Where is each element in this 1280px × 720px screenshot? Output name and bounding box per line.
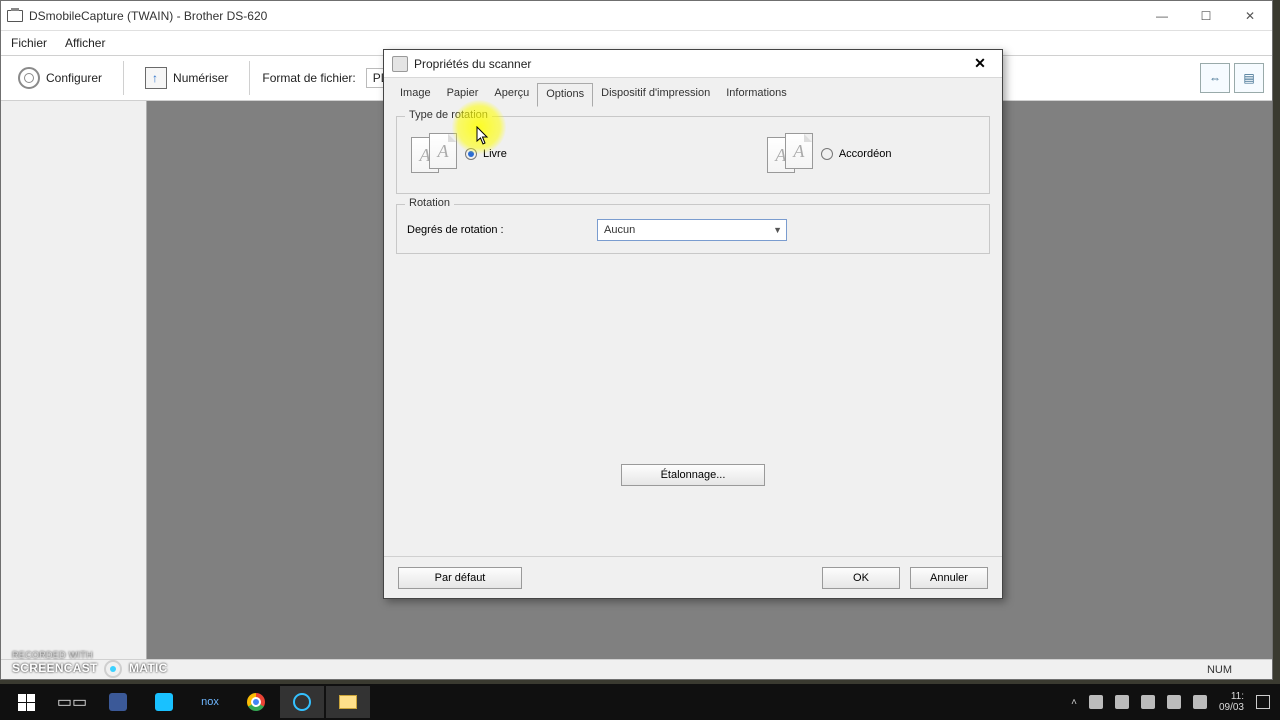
taskbar-app-3[interactable]: nox (188, 686, 232, 718)
par-defaut-button[interactable]: Par défaut (398, 567, 522, 589)
label-accordeon: Accordéon (839, 148, 892, 160)
dialog-close-button[interactable]: ✕ (966, 53, 994, 75)
thumbnail-sidebar[interactable] (1, 101, 147, 659)
tab-papier[interactable]: Papier (439, 83, 487, 107)
tray-icon[interactable] (1089, 695, 1103, 709)
livre-icon: AA (411, 133, 459, 175)
degres-combobox[interactable]: Aucun ▼ (597, 219, 787, 241)
tray-clock[interactable]: 11: 09/03 (1219, 691, 1244, 713)
gear-icon (18, 67, 40, 89)
watermark-right: MATIC (129, 661, 168, 675)
tab-image[interactable]: Image (392, 83, 439, 107)
tray-date: 09/03 (1219, 702, 1244, 713)
scan-icon (145, 67, 167, 89)
dialog-title: Propriétés du scanner (414, 57, 531, 71)
group-rotation: Rotation Degrés de rotation : Aucun ▼ (396, 204, 990, 254)
accordeon-icon: AA (767, 133, 815, 175)
taskbar-explorer[interactable] (326, 686, 370, 718)
numeriser-button[interactable]: Numériser (136, 62, 237, 94)
configurer-button[interactable]: Configurer (9, 62, 111, 94)
system-tray[interactable]: ˄ 11: 09/03 (1071, 691, 1276, 713)
scanner-properties-dialog: Propriétés du scanner ✕ Image Papier Ape… (383, 49, 1003, 599)
taskbar: ▭▭ nox ˄ 11: 09/03 (0, 684, 1280, 720)
status-num: NUM (1207, 664, 1232, 676)
degres-label: Degrés de rotation : (407, 224, 577, 236)
start-button[interactable] (4, 686, 48, 718)
tray-time: 11: (1219, 691, 1244, 702)
option-accordeon[interactable]: AA Accordéon (767, 133, 892, 175)
tab-panel-options: Type de rotation AA Livre AA Accordéon (384, 106, 1002, 496)
group-rotation-legend: Rotation (405, 197, 454, 209)
group-type-rotation-legend: Type de rotation (405, 109, 492, 121)
etalonnage-button[interactable]: Étalonnage... (621, 464, 765, 486)
tab-informations[interactable]: Informations (718, 83, 795, 107)
app-title: DSmobileCapture (TWAIN) - Brother DS-620 (29, 9, 267, 23)
label-livre: Livre (483, 148, 507, 160)
windows-logo-icon (18, 694, 35, 711)
option-livre[interactable]: AA Livre (411, 133, 507, 175)
window-minimize-button[interactable]: — (1140, 2, 1184, 30)
window-maximize-button[interactable]: ☐ (1184, 2, 1228, 30)
taskbar-app-active[interactable] (280, 686, 324, 718)
page-view-button[interactable]: ▤ (1234, 63, 1264, 93)
watermark-left: SCREENCAST (12, 661, 98, 675)
tray-notifications-icon[interactable] (1256, 695, 1270, 709)
app-titlebar: DSmobileCapture (TWAIN) - Brother DS-620… (1, 1, 1272, 31)
group-type-rotation: Type de rotation AA Livre AA Accordéon (396, 116, 990, 194)
dialog-button-row: Par défaut OK Annuler (384, 556, 1002, 598)
tab-dispositif[interactable]: Dispositif d'impression (593, 83, 718, 107)
toolbar-separator (249, 61, 250, 95)
radio-accordeon[interactable] (821, 148, 833, 160)
tray-volume-icon[interactable] (1167, 695, 1181, 709)
toolbar-separator (123, 61, 124, 95)
app-icon (1, 10, 29, 22)
menu-afficher[interactable]: Afficher (65, 36, 105, 50)
window-close-button[interactable]: ✕ (1228, 2, 1272, 30)
status-bar: NUM (1, 659, 1272, 679)
tray-icon[interactable] (1115, 695, 1129, 709)
watermark-top: RECORDED WITH (12, 650, 168, 660)
tray-icon[interactable] (1141, 695, 1155, 709)
watermark-o-icon (104, 660, 122, 678)
scanner-icon (392, 56, 408, 72)
menu-fichier[interactable]: Fichier (11, 36, 47, 50)
radio-livre[interactable] (465, 148, 477, 160)
tab-apercu[interactable]: Aperçu (486, 83, 537, 107)
tab-options[interactable]: Options (537, 83, 593, 107)
taskbar-chrome[interactable] (234, 686, 278, 718)
degres-value: Aucun (604, 224, 635, 236)
task-view-button[interactable]: ▭▭ (50, 686, 94, 718)
dialog-titlebar[interactable]: Propriétés du scanner ✕ (384, 50, 1002, 78)
taskbar-app-2[interactable] (142, 686, 186, 718)
tray-network-icon[interactable] (1193, 695, 1207, 709)
tray-chevron-up-icon[interactable]: ˄ (1071, 697, 1077, 708)
fit-width-button[interactable]: ⇔ (1200, 63, 1230, 93)
annuler-button[interactable]: Annuler (910, 567, 988, 589)
format-label: Format de fichier: (262, 71, 355, 85)
chevron-down-icon: ▼ (773, 225, 782, 235)
ok-button[interactable]: OK (822, 567, 900, 589)
screencast-watermark: RECORDED WITH SCREENCAST MATIC (12, 650, 168, 678)
taskbar-app-1[interactable] (96, 686, 140, 718)
dialog-tabs: Image Papier Aperçu Options Dispositif d… (384, 78, 1002, 106)
